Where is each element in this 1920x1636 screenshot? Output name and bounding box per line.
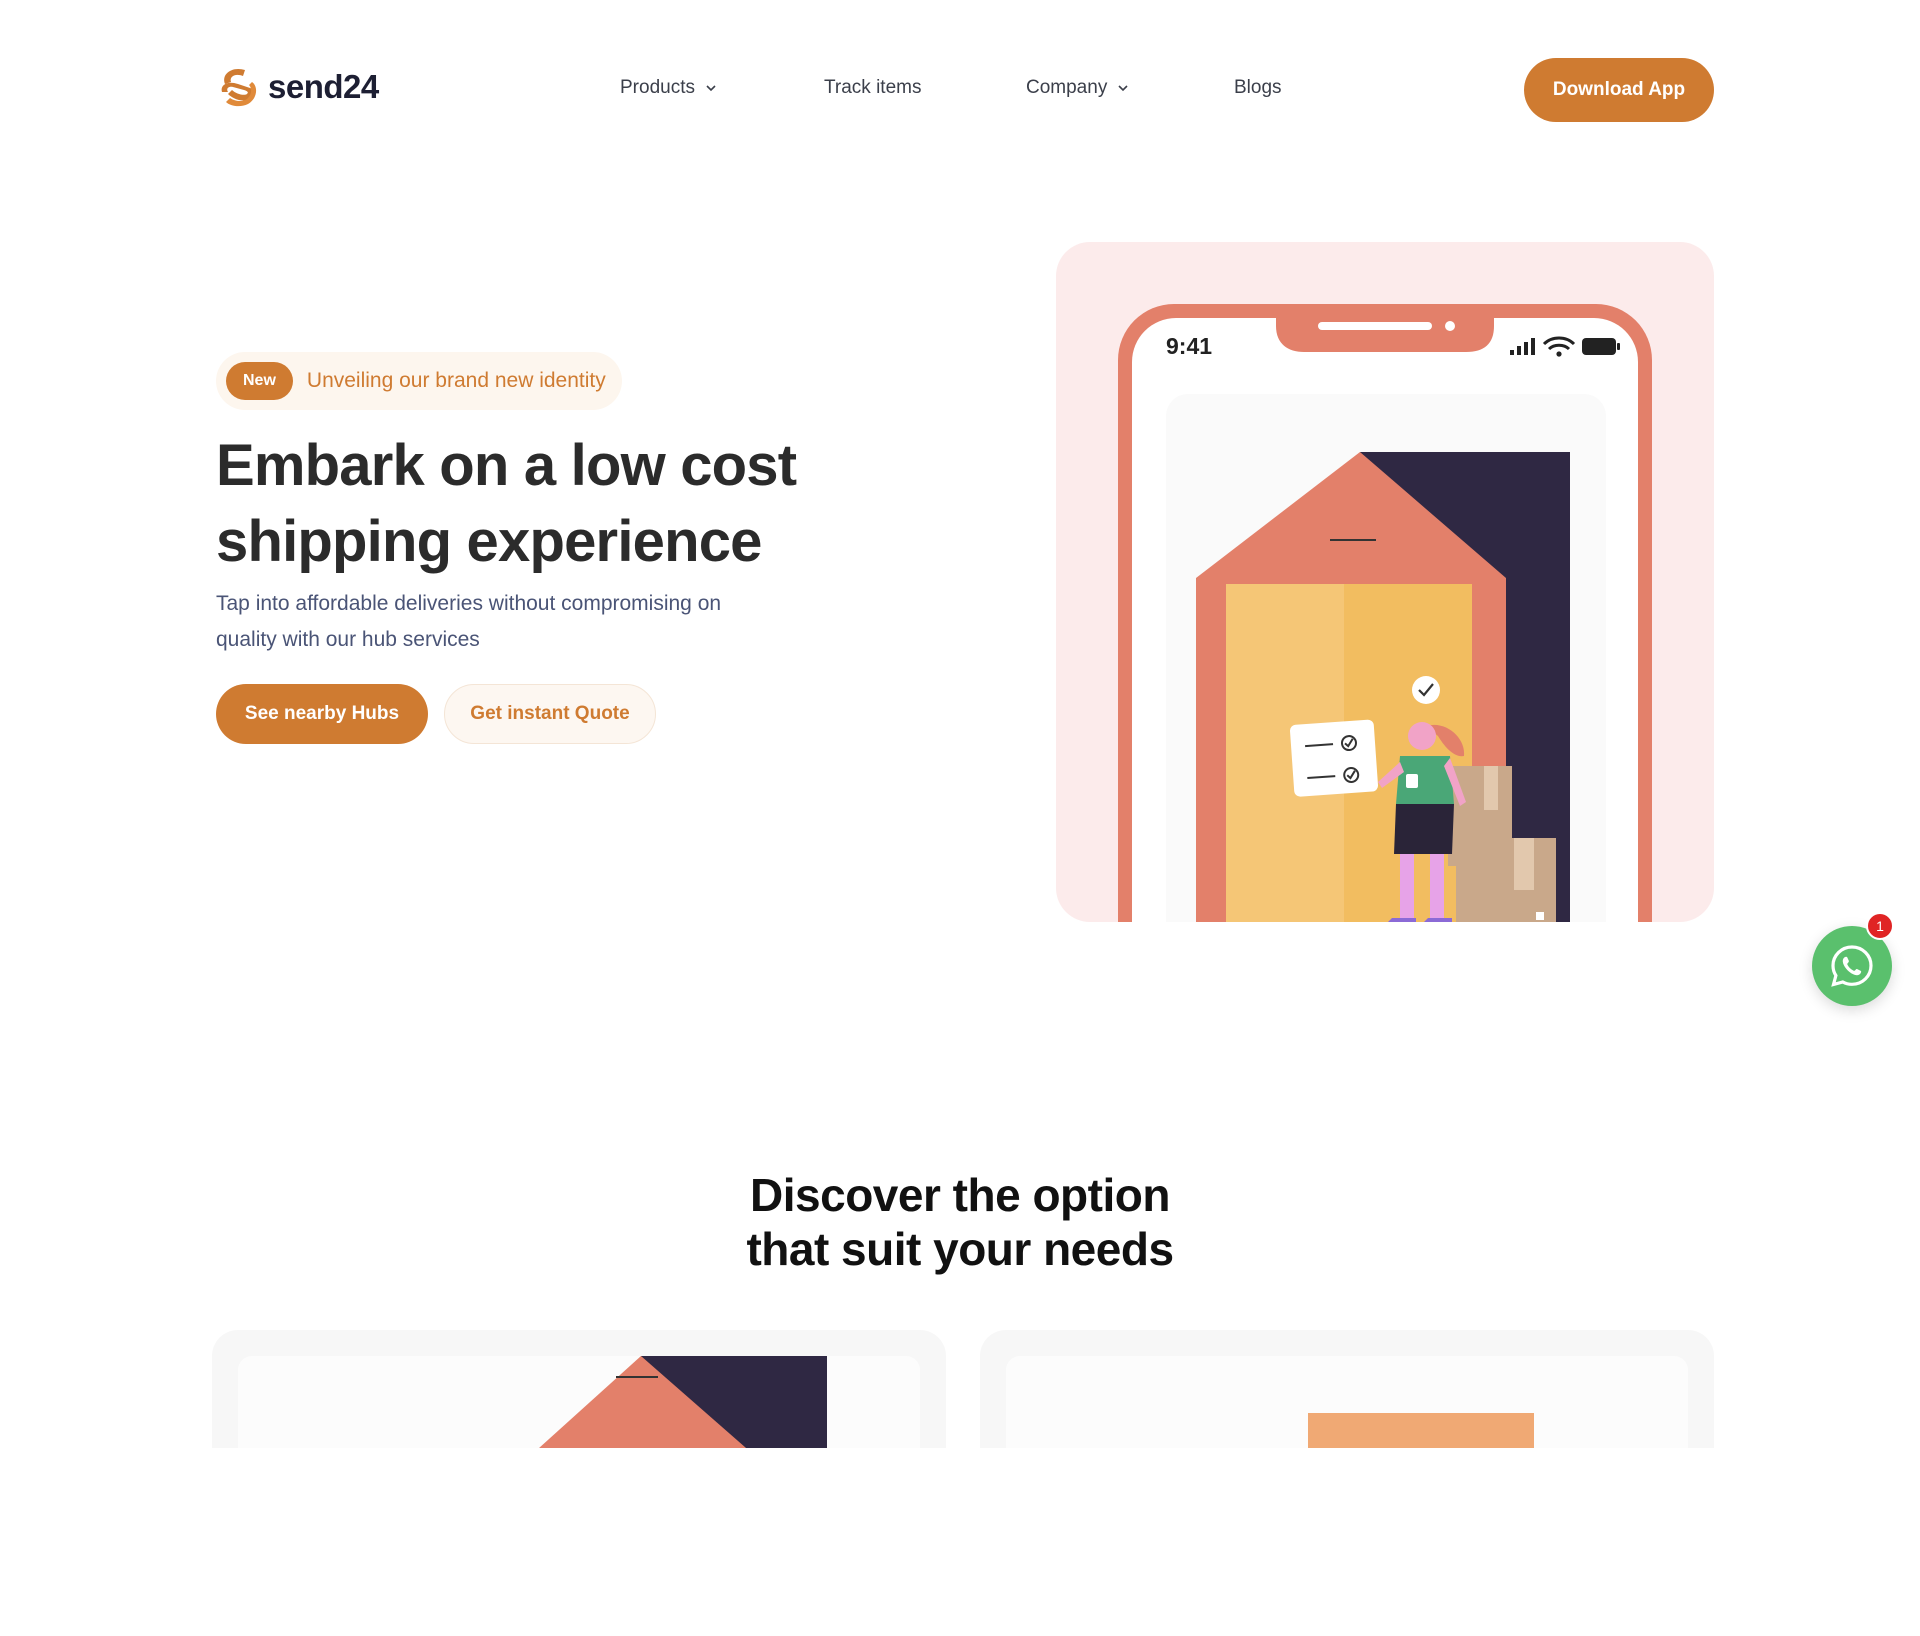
- unread-count-badge: 1: [1866, 912, 1894, 940]
- chevron-down-icon: [1118, 85, 1128, 92]
- hero-title: Embark on a low cost shipping experience: [216, 428, 836, 580]
- option-card-image: [1006, 1356, 1688, 1448]
- announcement-badge[interactable]: New Unveiling our brand new identity: [216, 352, 622, 410]
- nav-item-label: Products: [620, 77, 695, 98]
- option-card-delivery[interactable]: [980, 1330, 1714, 1448]
- checklist-paper: [1289, 719, 1379, 797]
- hub-house-illustration: [539, 1356, 827, 1448]
- whatsapp-icon: [1831, 945, 1873, 987]
- battery-icon: [1582, 338, 1620, 355]
- nav-item-blogs[interactable]: Blogs: [1234, 77, 1282, 99]
- section-title-line-2: that suit your needs: [746, 1223, 1174, 1275]
- hero-subtitle: Tap into affordable deliveries without c…: [216, 592, 722, 651]
- check-bubble: [1412, 676, 1440, 704]
- nav-item-track-items[interactable]: Track items: [824, 77, 921, 99]
- hero-title-line-1: Embark on a low cost: [216, 433, 797, 498]
- section-title-line-1: Discover the option: [750, 1169, 1170, 1221]
- delivery-illustration: [1308, 1413, 1534, 1448]
- announcement-text: Unveiling our brand new identity: [306, 369, 606, 392]
- option-card-hub[interactable]: [212, 1330, 946, 1448]
- top-navigation: send24 Products Track items Company Blog…: [0, 0, 1920, 180]
- nav-item-label: Company: [1026, 77, 1108, 98]
- hero-illustration: 9:41: [1056, 242, 1714, 922]
- section-title: Discover the option that suit your needs: [0, 1168, 1920, 1276]
- new-tag: New: [226, 362, 293, 400]
- download-app-button[interactable]: Download App: [1524, 58, 1714, 122]
- nav-item-products[interactable]: Products: [620, 77, 717, 99]
- option-card-image: [238, 1356, 920, 1448]
- see-nearby-hubs-button[interactable]: See nearby Hubs: [216, 684, 428, 744]
- chevron-down-icon: [706, 85, 716, 92]
- nav-item-company[interactable]: Company: [1026, 77, 1129, 99]
- phone-delivery-illustration: 9:41: [1118, 304, 1652, 922]
- nav-item-label: Track items: [824, 77, 922, 98]
- nav-item-label: Blogs: [1234, 77, 1282, 98]
- phone-time: 9:41: [1166, 333, 1212, 359]
- get-instant-quote-button[interactable]: Get instant Quote: [444, 684, 656, 744]
- hero-title-line-2: shipping experience: [216, 509, 762, 574]
